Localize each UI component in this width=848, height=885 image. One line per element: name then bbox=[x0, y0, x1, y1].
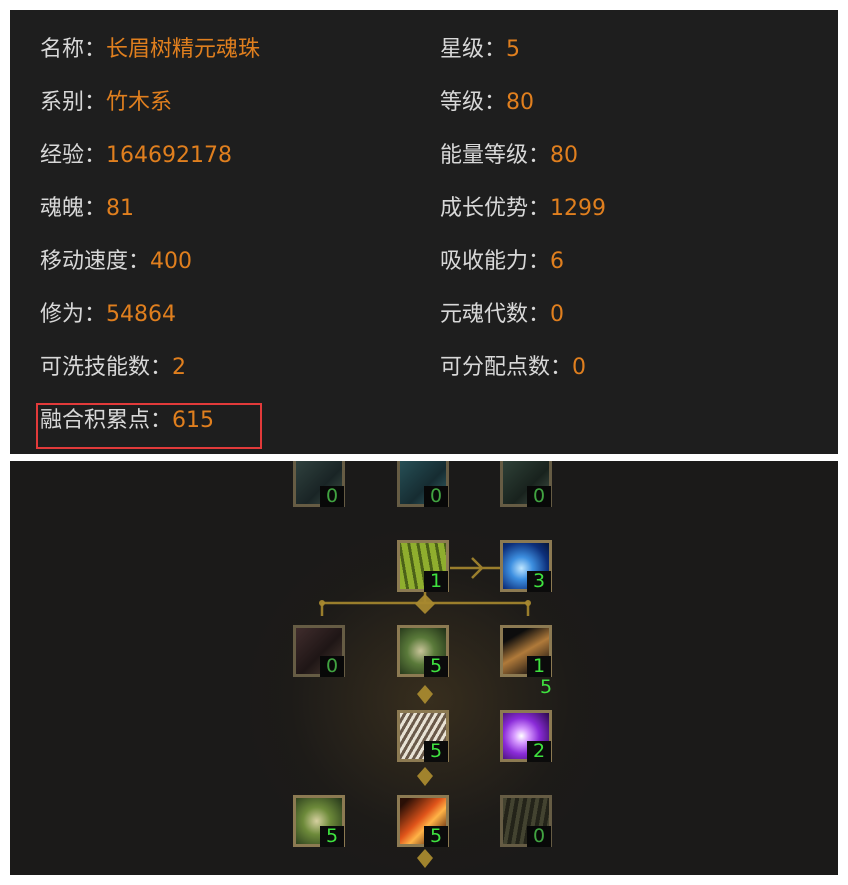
stats-panel: 名称：长眉树精元魂珠 系别：竹木系 经验：164692178 魂魄：81 移动速… bbox=[10, 10, 838, 454]
stat-label: 等级： bbox=[440, 90, 507, 115]
stat-label: 可洗技能数： bbox=[40, 355, 173, 380]
skill-slot-tree-spirit[interactable]: 5 bbox=[397, 625, 449, 677]
stat-value: 长眉树精元魂珠 bbox=[106, 37, 261, 62]
stat-move-speed: 移动速度：400 bbox=[40, 247, 192, 277]
stat-element: 系别：竹木系 bbox=[40, 88, 172, 118]
stat-value: 0 bbox=[572, 355, 587, 380]
skill-level-extra: 5 bbox=[540, 676, 553, 698]
skill-slot-purple-vortex[interactable]: 2 bbox=[500, 710, 552, 762]
skill-slot-flame[interactable]: 5 bbox=[397, 795, 449, 847]
skill-level: 0 bbox=[320, 486, 344, 507]
skill-slot-r3-c1[interactable]: 0 bbox=[293, 625, 345, 677]
stat-value: 6 bbox=[550, 249, 565, 274]
stat-value: 0 bbox=[550, 302, 565, 327]
stat-label: 能量等级： bbox=[440, 143, 551, 168]
skill-level: 0 bbox=[424, 486, 448, 507]
stat-generation: 元魂代数：0 bbox=[440, 300, 564, 330]
stat-label: 名称： bbox=[40, 37, 107, 62]
stat-soul: 魂魄：81 bbox=[40, 194, 134, 224]
stat-value: 54864 bbox=[106, 302, 177, 327]
stat-value: 81 bbox=[106, 196, 135, 221]
stat-cultivation: 修为：54864 bbox=[40, 300, 176, 330]
stat-star-level: 星级：5 bbox=[440, 35, 520, 65]
skill-slot-forest-guard[interactable]: 5 bbox=[293, 795, 345, 847]
stat-value: 1299 bbox=[550, 196, 607, 221]
stat-label: 可分配点数： bbox=[440, 355, 573, 380]
stat-value: 80 bbox=[506, 90, 535, 115]
skill-level: 1 bbox=[424, 571, 448, 592]
skill-level: 3 bbox=[527, 571, 551, 592]
skill-slot-r1-c1[interactable]: 0 bbox=[293, 461, 345, 507]
skill-level: 5 bbox=[320, 826, 344, 847]
highlight-box bbox=[36, 403, 262, 449]
skill-level: 5 bbox=[424, 656, 448, 677]
stat-label: 吸收能力： bbox=[440, 249, 551, 274]
skill-level: 0 bbox=[320, 656, 344, 677]
skill-slot-dragon[interactable]: 1 bbox=[500, 625, 552, 677]
stat-label: 经验： bbox=[40, 143, 107, 168]
stat-label: 魂魄： bbox=[40, 196, 107, 221]
stat-value: 164692178 bbox=[106, 143, 232, 168]
stat-label: 成长优势： bbox=[440, 196, 551, 221]
stat-value: 400 bbox=[150, 249, 193, 274]
stat-absorb: 吸收能力：6 bbox=[440, 247, 564, 277]
skill-slot-bark[interactable]: 0 bbox=[500, 795, 552, 847]
stat-label: 星级： bbox=[440, 37, 507, 62]
skill-tree-panel: 0 0 0 1 3 0 5 1 5 5 2 5 5 0 bbox=[10, 461, 838, 875]
skill-level: 1 bbox=[527, 656, 551, 677]
skill-level: 5 bbox=[424, 826, 448, 847]
stat-assignable-points: 可分配点数：0 bbox=[440, 353, 586, 383]
stat-label: 移动速度： bbox=[40, 249, 151, 274]
skill-slot-bamboo[interactable]: 1 bbox=[397, 540, 449, 592]
skill-level: 0 bbox=[527, 826, 551, 847]
stat-energy-level: 能量等级：80 bbox=[440, 141, 578, 171]
stat-name: 名称：长眉树精元魂珠 bbox=[40, 35, 260, 65]
skill-slot-water-wave[interactable]: 3 bbox=[500, 540, 552, 592]
stat-value: 2 bbox=[172, 355, 187, 380]
stat-label: 修为： bbox=[40, 302, 107, 327]
stat-label: 系别： bbox=[40, 90, 107, 115]
skill-level: 2 bbox=[527, 741, 551, 762]
skill-slot-r1-c2[interactable]: 0 bbox=[397, 461, 449, 507]
stat-experience: 经验：164692178 bbox=[40, 141, 232, 171]
skill-level: 5 bbox=[424, 741, 448, 762]
stat-washable-skills: 可洗技能数：2 bbox=[40, 353, 186, 383]
skill-slot-r1-c3[interactable]: 0 bbox=[500, 461, 552, 507]
stat-value: 竹木系 bbox=[106, 90, 173, 115]
stat-value: 80 bbox=[550, 143, 579, 168]
stat-growth: 成长优势：1299 bbox=[440, 194, 606, 224]
skill-slot-claw[interactable]: 5 bbox=[397, 710, 449, 762]
stat-value: 5 bbox=[506, 37, 521, 62]
stat-label: 元魂代数： bbox=[440, 302, 551, 327]
skill-level: 0 bbox=[527, 486, 551, 507]
stat-level: 等级：80 bbox=[440, 88, 534, 118]
